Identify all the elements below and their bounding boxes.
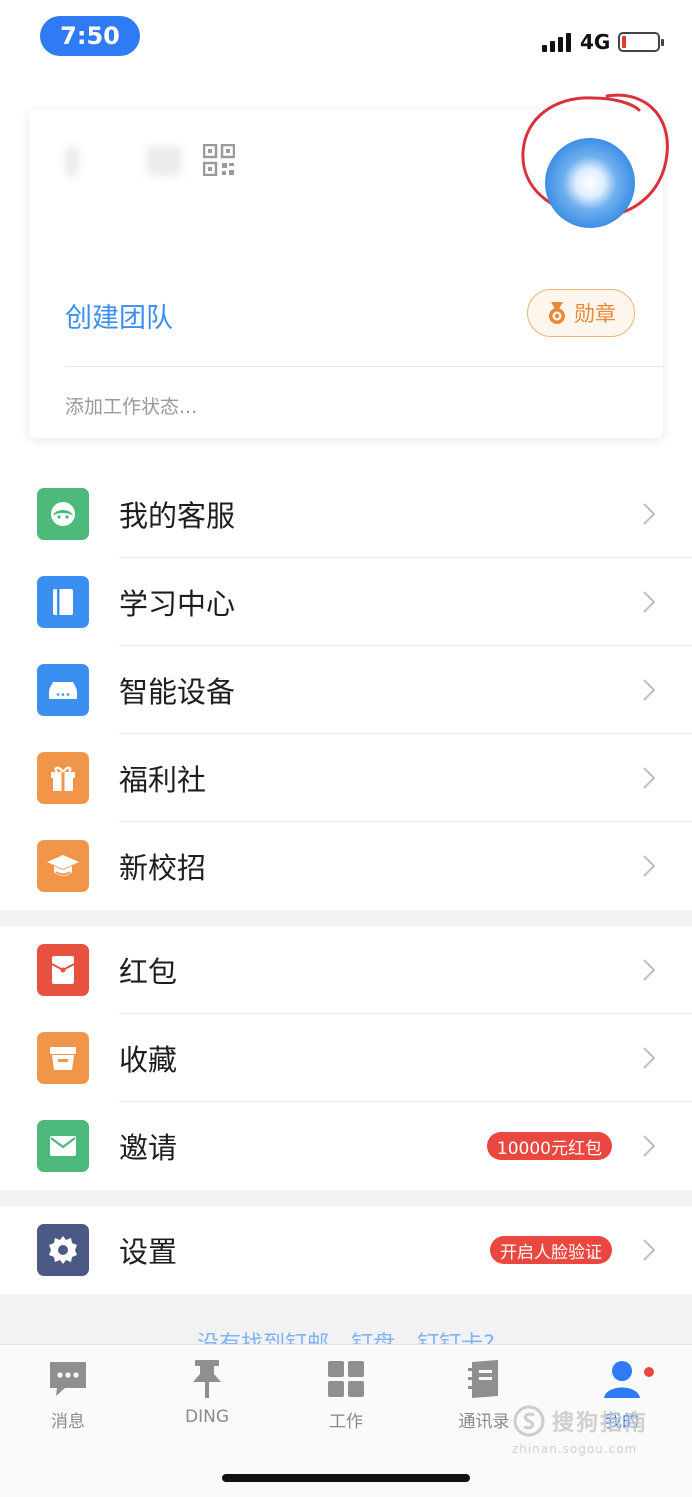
sogou-logo-icon [513, 1405, 545, 1437]
red-envelope-icon [37, 944, 89, 996]
settings-icon [37, 1224, 89, 1276]
customer-service-icon [37, 488, 89, 540]
favorites-box-icon [37, 1032, 89, 1084]
chevron-right-icon [643, 767, 656, 789]
watermark-url: zhinan.sogou.com [512, 1442, 638, 1456]
invite-reward-badge: 10000元红包 [486, 1132, 612, 1160]
menu-item-red-envelope[interactable]: 红包 [0, 926, 692, 1014]
menu-group-services: 我的客服 学习中心 智能设备 福利社 新校招 [0, 470, 692, 910]
chevron-right-icon [643, 503, 656, 525]
contacts-book-icon [462, 1357, 506, 1401]
menu-item-settings[interactable]: 设置 开启人脸验证 [0, 1206, 692, 1294]
battery-icon [618, 32, 664, 52]
section-separator [0, 1190, 692, 1206]
menu-item-customer-service[interactable]: 我的客服 [0, 470, 692, 558]
tab-label-ding: DING [185, 1407, 229, 1427]
menu-item-invite[interactable]: 邀请 10000元红包 [0, 1102, 692, 1190]
person-icon [600, 1357, 644, 1401]
pin-icon [185, 1357, 229, 1401]
menu-label-settings: 设置 [119, 1235, 178, 1269]
menu-label-welfare: 福利社 [119, 763, 207, 797]
device-icon [37, 664, 89, 716]
tab-messages[interactable]: 消息 [8, 1357, 128, 1432]
medal-button[interactable]: 勋章 [527, 289, 635, 337]
watermark: 搜狗指南 zhinan.sogou.com [512, 1404, 682, 1456]
tab-work[interactable]: 工作 [286, 1357, 406, 1432]
create-team-link[interactable]: 创建团队 [65, 296, 173, 335]
menu-label-invite: 邀请 [119, 1131, 178, 1165]
chevron-right-icon [643, 1135, 656, 1157]
user-name-blurred [65, 140, 185, 180]
gift-icon [37, 752, 89, 804]
tab-ding[interactable]: DING [147, 1357, 267, 1427]
menu-item-campus-recruit[interactable]: 新校招 [0, 822, 692, 910]
signal-strength-icon [542, 30, 571, 52]
menu-label-campus-recruit: 新校招 [119, 851, 207, 885]
status-time: 7:50 [40, 16, 140, 56]
grid-icon [324, 1357, 368, 1401]
chevron-right-icon [643, 1047, 656, 1069]
menu-item-smart-devices[interactable]: 智能设备 [0, 646, 692, 734]
book-icon [37, 576, 89, 628]
card-divider [65, 366, 663, 367]
graduation-cap-icon [37, 840, 89, 892]
profile-card[interactable]: 创建团队 勋章 添加工作状态... [29, 93, 669, 438]
home-indicator[interactable] [222, 1474, 470, 1482]
notification-dot [642, 1365, 656, 1379]
chevron-right-icon [643, 679, 656, 701]
menu-label-learning-center: 学习中心 [119, 587, 236, 621]
tab-label-contacts: 通讯录 [458, 1412, 510, 1432]
chevron-right-icon [643, 855, 656, 877]
chevron-right-icon [643, 959, 656, 981]
network-type: 4G [580, 30, 611, 54]
menu-item-welfare[interactable]: 福利社 [0, 734, 692, 822]
menu-group-wallet: 红包 收藏 邀请 10000元红包 [0, 926, 692, 1190]
tab-label-messages: 消息 [51, 1412, 85, 1432]
menu-label-smart-devices: 智能设备 [119, 675, 236, 709]
medal-icon [549, 302, 565, 324]
chat-icon [46, 1357, 90, 1401]
menu-label-favorites: 收藏 [119, 1043, 178, 1077]
work-status-input[interactable]: 添加工作状态... [65, 392, 197, 419]
qr-code-icon[interactable] [203, 144, 235, 176]
chevron-right-icon [643, 591, 656, 613]
mail-icon [37, 1120, 89, 1172]
menu-item-learning-center[interactable]: 学习中心 [0, 558, 692, 646]
medal-label: 勋章 [574, 302, 616, 326]
watermark-brand: 搜狗指南 [552, 1411, 649, 1436]
menu-label-customer-service: 我的客服 [119, 499, 236, 533]
status-bar: 7:50 4G [0, 0, 692, 80]
avatar[interactable] [545, 138, 635, 228]
tab-label-work: 工作 [329, 1412, 363, 1432]
chevron-right-icon [643, 1239, 656, 1261]
menu-item-favorites[interactable]: 收藏 [0, 1014, 692, 1102]
menu-label-red-envelope: 红包 [119, 955, 178, 989]
section-separator [0, 910, 692, 926]
face-verify-badge: 开启人脸验证 [490, 1236, 612, 1264]
menu-group-settings: 设置 开启人脸验证 [0, 1206, 692, 1294]
